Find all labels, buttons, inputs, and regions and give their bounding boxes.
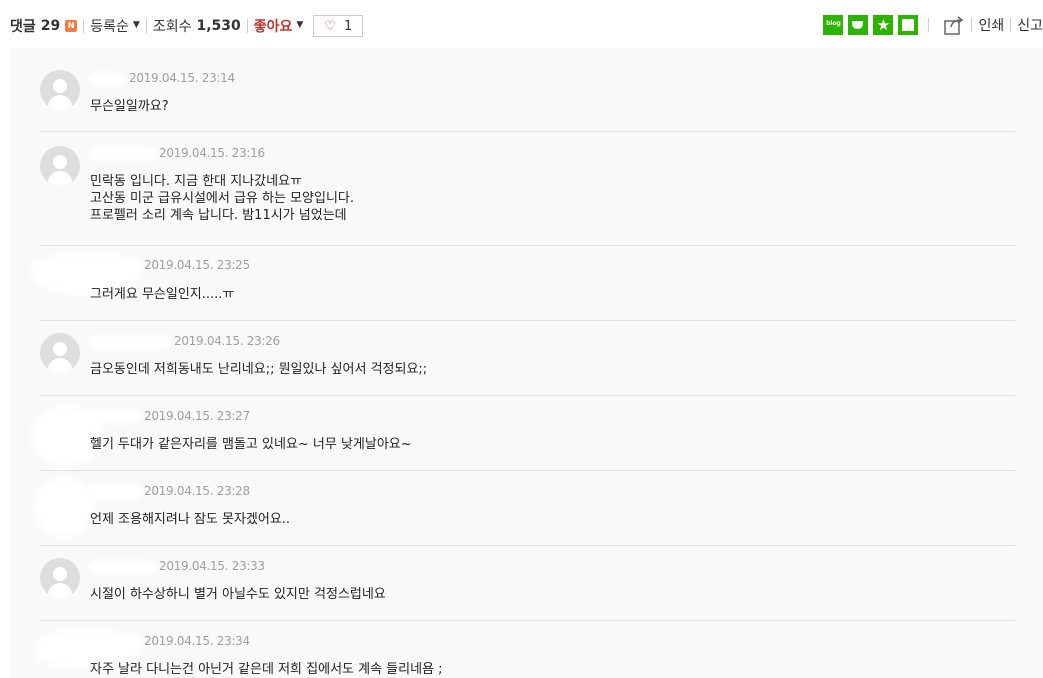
divider [246, 19, 248, 33]
comment-line: 프로펠러 소리 계속 납니다. 밤11시가 넘었는데 [90, 208, 347, 223]
comment-header-bar: 댓글 29 N 등록순 ▼ 조회수 1,530 좋아요 ▼ ♡ 1 blog ★… [0, 0, 1043, 48]
divider [1010, 18, 1012, 32]
comment-line: 언제 조용해지려나 잠도 못자겠어요.. [90, 512, 291, 527]
cafe-share-icon[interactable] [848, 15, 869, 35]
views-label: 조회수 [152, 19, 192, 35]
comment-item: 2019.04.15. 23:16 민락동 입니다. 지금 한대 지나갔네요ㅠ … [40, 132, 1015, 246]
comment-line: 그러게요 무슨일인지.....ㅠ [90, 287, 235, 302]
caret-down-icon: ▼ [132, 20, 140, 30]
comment-page: 댓글 29 N 등록순 ▼ 조회수 1,530 좋아요 ▼ ♡ 1 blog ★… [0, 0, 1043, 678]
avatar [40, 70, 80, 110]
divider [928, 18, 930, 32]
report-link[interactable]: 신고 [1017, 15, 1043, 35]
avatar [40, 333, 80, 373]
sort-label: 등록순 [90, 19, 129, 35]
comment-text: 언제 조용해지려나 잠도 못자겠어요.. [90, 511, 290, 528]
comment-timestamp: 2019.04.15. 23:16 [159, 146, 265, 160]
views-count: 1,530 [196, 18, 241, 34]
avatar [40, 146, 80, 186]
star-icon: ★ [876, 16, 891, 34]
like-count: 1 [343, 18, 353, 34]
comment-text: 무슨일일까요? [90, 98, 169, 115]
comment-text: 자주 날라 다니는건 아닌거 같은데 저희 집에서도 계속 들리네욤 ; [90, 661, 443, 678]
divider [971, 18, 973, 32]
comment-line: 민락동 입니다. 지금 한대 지나갔네요ㅠ [90, 174, 303, 189]
comment-list: 2019.04.15. 23:14 무슨일일까요? 2019.04.15. 23… [10, 48, 1043, 678]
comment-line: 시절이 하수상하니 별거 아닐수도 있지만 걱정스럽네요 [90, 587, 386, 602]
blog-icon-text: blog [826, 20, 841, 27]
band-share-icon[interactable] [898, 15, 919, 35]
redacted-author-name [88, 560, 158, 574]
comment-timestamp: 2019.04.15. 23:34 [144, 634, 250, 648]
blog-share-icon[interactable]: blog [823, 15, 844, 35]
comment-item: 2019.04.15. 23:26 금오동인데 저희동내도 난리네요;; 뭔일있… [40, 321, 1015, 396]
avatar-body [48, 95, 72, 110]
comment-item: 2019.04.15. 23:33 시절이 하수상하니 별거 아닐수도 있지만 … [40, 546, 1015, 621]
comment-timestamp: 2019.04.15. 23:33 [159, 559, 265, 573]
avatar-body [48, 583, 72, 598]
redacted-avatar [34, 477, 94, 537]
divider [145, 19, 147, 33]
band-icon-inner [902, 19, 915, 31]
caret-down-icon: ▼ [296, 20, 304, 30]
share-export-icon[interactable] [943, 14, 965, 36]
comment-text: 민락동 입니다. 지금 한대 지나갔네요ㅠ 고산동 미군 급유시설에서 급유 하… [90, 173, 354, 224]
comment-timestamp: 2019.04.15. 23:25 [144, 258, 250, 272]
new-badge: N [65, 20, 78, 32]
avatar-body [48, 358, 72, 373]
divider [83, 19, 85, 33]
comment-timestamp: 2019.04.15. 23:26 [174, 334, 280, 348]
redacted-author-name [88, 485, 142, 499]
comment-item: 2019.04.15. 23:34 자주 날라 다니는건 아닌거 같은데 저희 … [32, 621, 1015, 678]
comment-text: 그러게요 무슨일인지.....ㅠ [90, 286, 234, 303]
sort-dropdown[interactable]: 등록순 ▼ [90, 16, 140, 36]
comment-line: 무슨일일까요? [90, 99, 169, 114]
comment-line: 고산동 미군 급유시설에서 급유 하는 모양입니다. [90, 191, 354, 206]
comment-line: 헬기 두대가 같은자리를 맴돌고 있네요~ 너무 낮게날아요~ [90, 437, 412, 452]
redacted-author-name [88, 410, 142, 424]
avatar-head [53, 567, 67, 581]
like-button[interactable]: ♡ 1 [313, 15, 364, 37]
redacted-author-name [88, 258, 142, 272]
comment-line: 금오동인데 저희동내도 난리네요;; 뭔일있나 싶어서 걱정되요;; [90, 362, 428, 377]
avatar-head [53, 155, 67, 169]
comment-text: 헬기 두대가 같은자리를 맴돌고 있네요~ 너무 낮게날아요~ [90, 436, 412, 453]
avatar [40, 558, 80, 598]
heart-icon: ♡ [324, 18, 336, 34]
avatar-head [53, 79, 67, 93]
comment-stats: 댓글 29 N 등록순 ▼ 조회수 1,530 좋아요 ▼ ♡ 1 [10, 14, 364, 38]
comments-label: 댓글 [10, 19, 36, 35]
redacted-author-name [88, 72, 126, 86]
redacted-author-name [88, 635, 142, 649]
cup-icon [852, 21, 864, 29]
redacted-author-name [88, 147, 158, 161]
share-toolbar: blog ★ 인쇄 신고 [823, 12, 1043, 38]
avatar-body [48, 171, 72, 186]
print-link[interactable]: 인쇄 [978, 15, 1004, 35]
comment-text: 금오동인데 저희동내도 난리네요;; 뭔일있나 싶어서 걱정되요;; [90, 361, 427, 378]
comment-line: 자주 날라 다니는건 아닌거 같은데 저희 집에서도 계속 들리네욤 ; [90, 662, 443, 677]
likes-label: 좋아요 [253, 19, 293, 35]
bookmark-star-icon[interactable]: ★ [873, 15, 894, 35]
likes-dropdown[interactable]: 좋아요 ▼ [254, 16, 304, 36]
avatar-head [53, 342, 67, 356]
comment-item: 2019.04.15. 23:14 무슨일일까요? [40, 48, 1015, 132]
comment-item: 2019.04.15. 23:28 언제 조용해지려나 잠도 못자겠어요.. [34, 471, 1015, 546]
comment-item: 2019.04.15. 23:25 그러게요 무슨일인지.....ㅠ [30, 246, 1015, 321]
comment-item: 2019.04.15. 23:27 헬기 두대가 같은자리를 맴돌고 있네요~ … [32, 396, 1015, 471]
comment-timestamp: 2019.04.15. 23:28 [144, 484, 250, 498]
comments-count: 29 [40, 18, 61, 34]
comment-timestamp: 2019.04.15. 23:27 [144, 409, 250, 423]
redacted-author-name [88, 335, 172, 349]
comment-timestamp: 2019.04.15. 23:14 [129, 71, 235, 85]
comment-text: 시절이 하수상하니 별거 아닐수도 있지만 걱정스럽네요 [90, 586, 386, 603]
